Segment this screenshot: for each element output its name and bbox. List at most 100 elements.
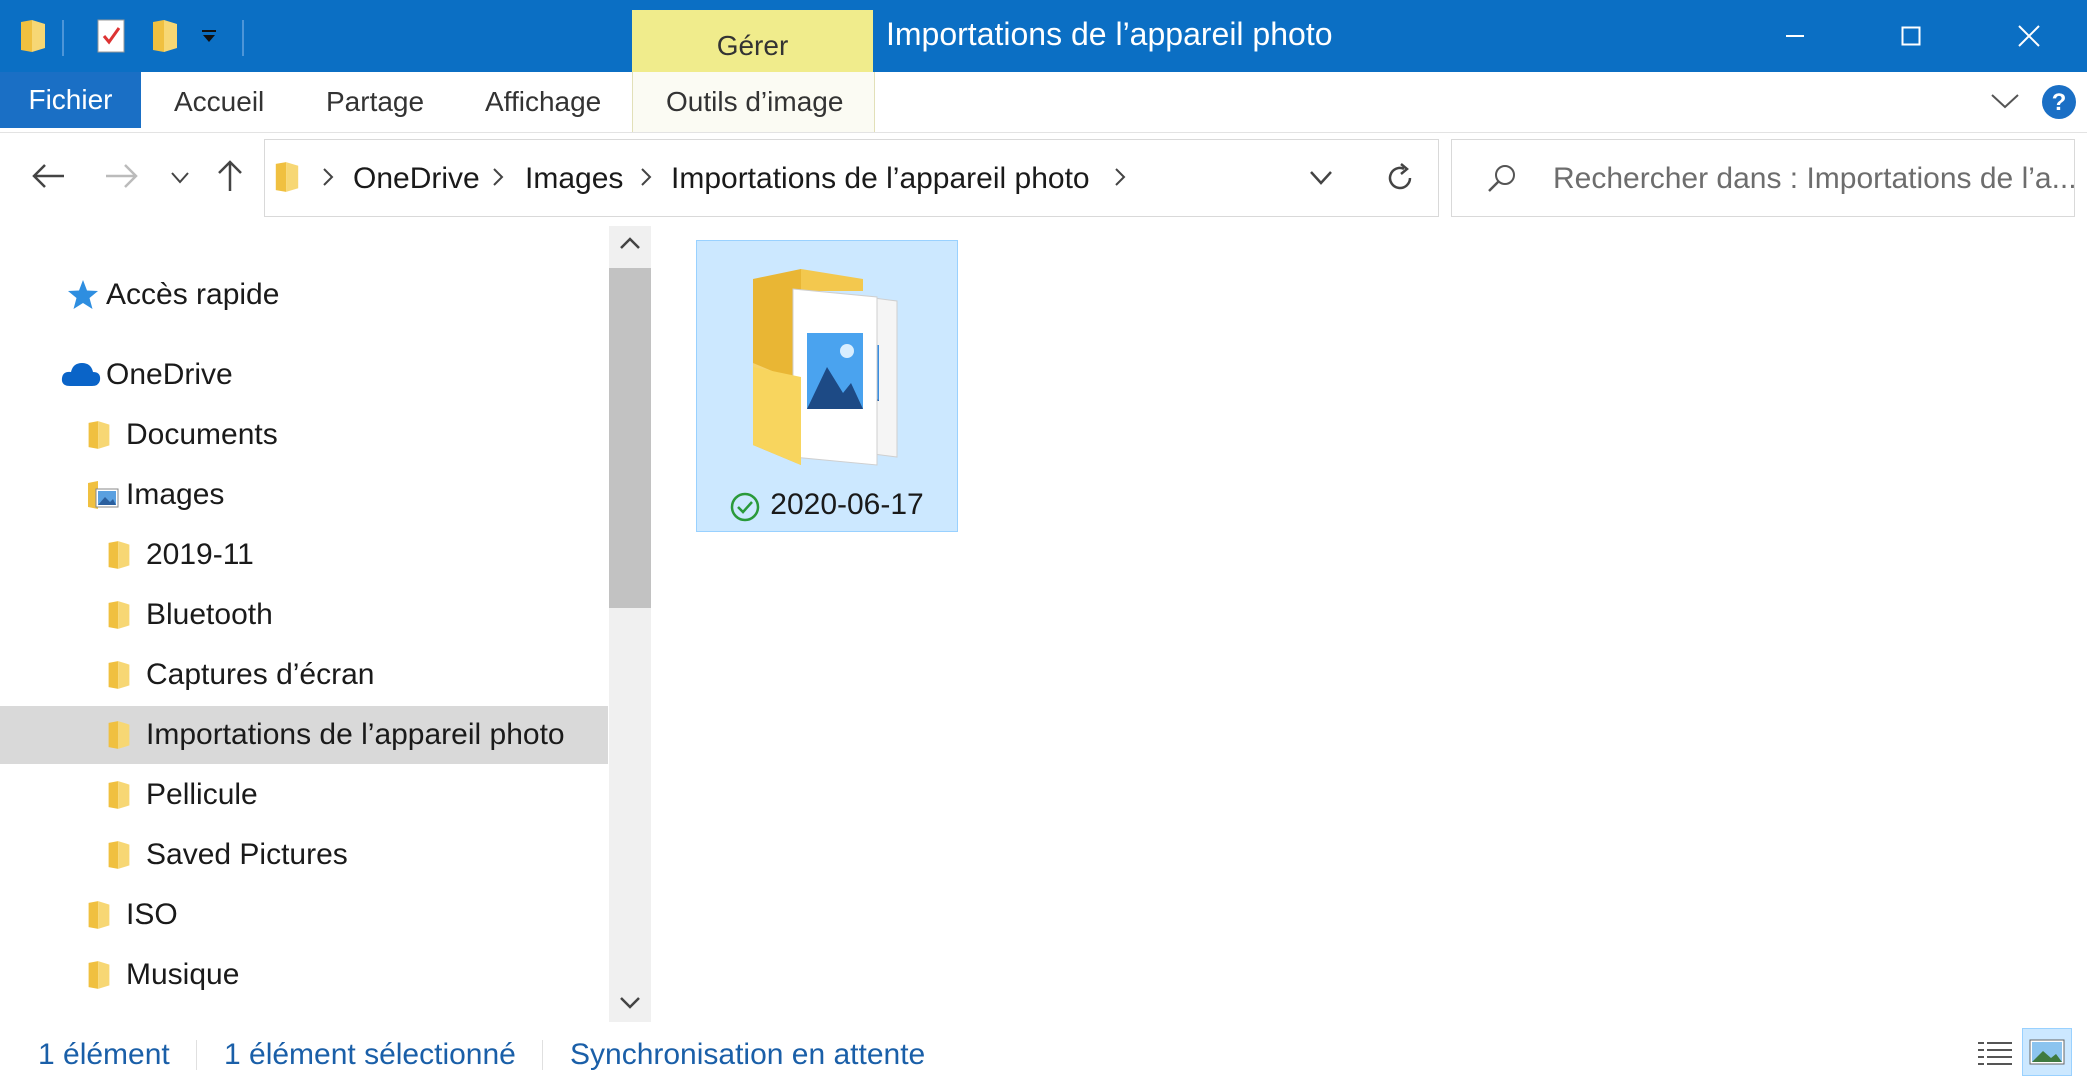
sidebar-item-label: ISO	[126, 898, 178, 931]
tab-home[interactable]: Accueil	[174, 86, 264, 118]
arrow-right-icon	[106, 164, 138, 188]
up-button[interactable]	[217, 159, 243, 198]
tab-view[interactable]: Affichage	[485, 86, 601, 118]
breadcrumb-camera-imports[interactable]: Importations de l’appareil photo	[671, 162, 1090, 196]
title-bar: Gérer Importations de l’appareil photo	[0, 0, 2087, 72]
sidebar-item-saved-pictures[interactable]: Saved Pictures	[0, 826, 608, 884]
ribbon-tab-bar: Fichier Accueil Partage Affichage Outils…	[0, 72, 2087, 133]
breadcrumb-chevron-icon[interactable]	[639, 166, 653, 193]
pictures-folder-icon	[88, 481, 119, 509]
sidebar-item-2019-11[interactable]: 2019-11	[0, 526, 608, 584]
status-separator	[542, 1040, 543, 1070]
chevron-down-icon	[1991, 94, 2019, 109]
star-icon	[68, 280, 98, 309]
onedrive-cloud-icon	[61, 363, 101, 386]
scroll-down-button[interactable]	[619, 996, 641, 1015]
refresh-button[interactable]	[1360, 139, 1439, 217]
sidebar-item-label: Saved Pictures	[146, 838, 348, 871]
sidebar-item-music[interactable]: Musique	[0, 946, 608, 1004]
sidebar-item-onedrive[interactable]: OneDrive	[0, 346, 608, 404]
breadcrumb-chevron-icon[interactable]	[1113, 166, 1127, 193]
refresh-icon	[1388, 163, 1412, 190]
sidebar-item-camera-roll[interactable]: Pellicule	[0, 766, 608, 824]
status-bar: 1 élément 1 élément sélectionné Synchron…	[0, 1024, 2087, 1083]
tab-file[interactable]: Fichier	[0, 72, 141, 128]
breadcrumb-images[interactable]: Images	[525, 162, 623, 196]
chevron-down-icon	[171, 172, 189, 184]
item-count: 1 élément	[38, 1038, 170, 1071]
sidebar-item-iso[interactable]: ISO	[0, 886, 608, 944]
large-icons-view-button[interactable]	[2022, 1028, 2072, 1076]
sidebar-item-images[interactable]: Images	[0, 466, 608, 524]
chevron-down-icon	[1310, 171, 1332, 185]
folder-icon	[108, 781, 130, 809]
contextual-tab-manage[interactable]: Gérer	[632, 10, 873, 72]
window-title: Importations de l’appareil photo	[886, 16, 1333, 52]
new-folder-icon[interactable]	[150, 18, 180, 59]
sync-check-icon	[730, 492, 760, 522]
scrollbar-thumb[interactable]	[609, 268, 651, 608]
folder-icon	[108, 541, 130, 569]
details-view-button[interactable]	[1976, 1038, 2014, 1075]
customize-toolbar-chevron-icon[interactable]	[200, 30, 218, 49]
status-separator	[196, 1040, 197, 1070]
sidebar-item-label: 2019-11	[146, 538, 254, 571]
folder-item[interactable]: 2020-06-17	[696, 240, 958, 532]
sidebar-item-label: Bluetooth	[146, 598, 273, 631]
folder-icon	[273, 160, 301, 199]
sidebar-item-label: Pellicule	[146, 778, 258, 811]
folder-icon	[108, 841, 130, 869]
sidebar-item-label: Documents	[126, 418, 278, 451]
address-bar[interactable]: OneDrive Images Importations de l’appare…	[264, 139, 1362, 217]
sidebar-item-quick-access[interactable]: Accès rapide	[0, 266, 608, 324]
sidebar-item-bluetooth[interactable]: Bluetooth	[0, 586, 608, 644]
search-input[interactable]: Rechercher dans : Importations de l’a...	[1553, 162, 2077, 196]
folder-icon	[108, 721, 130, 749]
sync-status: Synchronisation en attente	[570, 1038, 926, 1071]
folder-item-name: 2020-06-17	[697, 488, 957, 522]
sidebar-item-camera-imports[interactable]: Importations de l’appareil photo	[0, 706, 608, 764]
sidebar-item-label: Musique	[126, 958, 240, 991]
sidebar-item-label: OneDrive	[106, 358, 233, 391]
scroll-up-button[interactable]	[619, 236, 641, 255]
sidebar-item-screenshots[interactable]: Captures d’écran	[0, 646, 608, 704]
address-history-button[interactable]	[1309, 170, 1333, 191]
large-icons-view-icon	[2029, 1039, 2065, 1065]
maximize-button[interactable]	[1853, 0, 1969, 72]
tab-picture-tools[interactable]: Outils d’image	[666, 86, 843, 118]
breadcrumb-chevron-icon[interactable]	[491, 166, 505, 193]
sidebar-item-label: Images	[126, 478, 225, 511]
folder-icon	[88, 961, 110, 989]
svg-text:?: ?	[2052, 89, 2067, 116]
arrow-left-icon	[32, 164, 64, 188]
arrow-up-icon	[218, 160, 242, 191]
expand-ribbon-button[interactable]	[1990, 92, 2020, 115]
breadcrumb-chevron-icon[interactable]	[321, 166, 335, 193]
help-button[interactable]: ?	[2041, 84, 2077, 125]
navigation-pane: Accès rapide OneDrive Documents Images 2…	[0, 222, 608, 1024]
back-button[interactable]	[32, 163, 66, 194]
selected-count: 1 élément sélectionné	[224, 1038, 516, 1071]
minimize-button[interactable]	[1737, 0, 1853, 72]
pictures-folder-large-icon	[753, 269, 898, 466]
search-box[interactable]: Rechercher dans : Importations de l’a...	[1451, 139, 2077, 217]
sidebar-item-documents[interactable]: Documents	[0, 406, 608, 464]
tab-share[interactable]: Partage	[326, 86, 424, 118]
maximize-icon	[1901, 26, 1921, 46]
folder-name-label: 2020-06-17	[770, 488, 924, 521]
recent-locations-button[interactable]	[170, 171, 190, 190]
chevron-up-icon	[620, 237, 640, 249]
close-button[interactable]	[1971, 0, 2087, 72]
properties-icon[interactable]	[96, 18, 126, 59]
breadcrumb-onedrive[interactable]: OneDrive	[353, 162, 480, 196]
sidebar-item-label: Accès rapide	[106, 278, 280, 311]
folder-quick-access-icon[interactable]	[18, 18, 48, 59]
close-icon	[2018, 25, 2040, 47]
folder-icon	[88, 421, 110, 449]
toolbar-separator	[62, 20, 64, 56]
help-icon: ?	[2042, 85, 2076, 119]
forward-button[interactable]	[104, 163, 138, 194]
minimize-icon	[1786, 35, 1804, 37]
folder-icon	[108, 661, 130, 689]
details-view-icon	[1978, 1042, 2012, 1065]
